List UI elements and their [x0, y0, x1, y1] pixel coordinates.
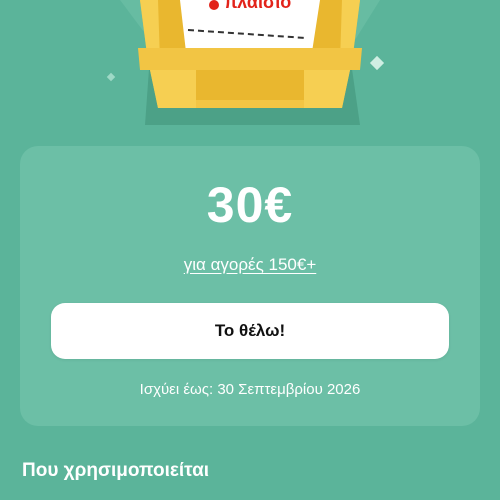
coupon-condition-link[interactable]: για αγορές 150€+ — [0, 255, 500, 275]
usage-section-title: Που χρησιμοποιείται — [22, 460, 210, 481]
coupon-validity: Ισχύει έως: 30 Σεπτεμβρίου 2026 — [139, 381, 361, 398]
hero-illustration: πλαίσιο — [0, 0, 500, 140]
coupon-basket-icon — [106, 0, 385, 125]
coupon-amount: 30€ — [206, 177, 294, 233]
claim-coupon-button[interactable]: Το θέλω! — [51, 303, 449, 359]
brand-logo-text: πλαίσιο — [224, 0, 292, 12]
